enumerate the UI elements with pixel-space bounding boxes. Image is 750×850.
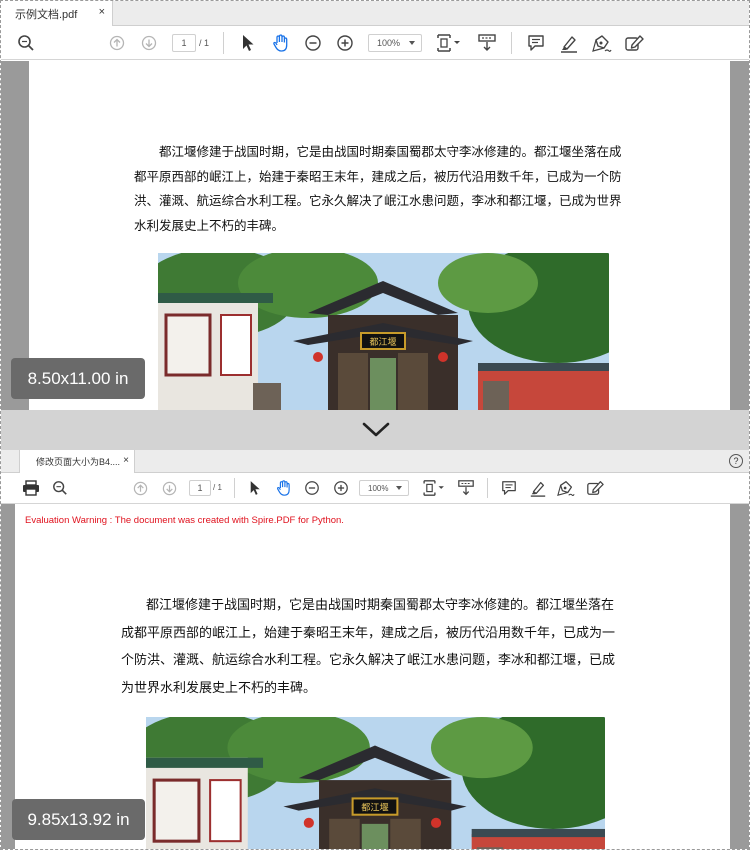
top-toolbar: 1 / 1 100%	[1, 26, 749, 60]
comparison-divider	[1, 410, 749, 450]
zoom-out-icon[interactable]	[303, 479, 321, 497]
bottom-tab-close-button[interactable]: ×	[123, 455, 129, 466]
top-gate-plaque: 都江堰	[369, 337, 396, 348]
page-down-icon[interactable]	[139, 34, 159, 52]
top-document-paragraph: 都江堰修建于战国时期，它是由战国时期秦国蜀郡太守李冰修建的。都江堰坐落在成都平原…	[134, 144, 622, 233]
bottom-page-total: / 1	[213, 483, 222, 492]
bottom-document-tab[interactable]: 修改页面大小为B4.... ×	[19, 450, 135, 473]
toolbar-separator	[511, 32, 512, 54]
page-up-icon[interactable]	[131, 479, 149, 497]
select-arrow-icon[interactable]	[239, 33, 257, 53]
bottom-document-paragraph: 都江堰修建于战国时期，它是由战国时期秦国蜀郡太守李冰修建的。都江堰坐落在成都平原…	[121, 598, 616, 696]
sign-icon[interactable]	[556, 478, 576, 498]
bottom-tab-bar: 修改页面大小为B4.... × ?	[1, 450, 749, 473]
top-zoom-value: 100%	[377, 38, 401, 48]
comment-icon[interactable]	[499, 479, 519, 497]
top-zoom-select[interactable]: 100%	[368, 34, 422, 52]
bottom-viewer-background: Evaluation Warning : The document was cr…	[1, 504, 749, 849]
comparison-screenshot: 示例文档.pdf × 1 / 1 100% 都江堰修建于战国时期，它是由战国时期…	[0, 0, 750, 850]
edit-icon[interactable]	[623, 32, 645, 54]
print-icon[interactable]	[21, 479, 41, 497]
bottom-toolbar: 1 / 1 100%	[1, 473, 749, 504]
chevron-down-icon	[396, 486, 402, 490]
select-arrow-icon[interactable]	[247, 479, 263, 497]
bottom-page-number-input[interactable]: 1	[189, 480, 211, 496]
top-document-tab[interactable]: 示例文档.pdf ×	[1, 1, 113, 26]
zoom-icon[interactable]	[50, 478, 70, 498]
scroll-mode-icon[interactable]	[456, 478, 476, 498]
scroll-mode-icon[interactable]	[476, 32, 498, 54]
comment-icon[interactable]	[525, 33, 547, 53]
toolbar-separator	[223, 32, 224, 54]
evaluation-warning: Evaluation Warning : The document was cr…	[25, 515, 344, 526]
top-tab-close-button[interactable]: ×	[99, 6, 105, 18]
chevron-down-icon	[362, 422, 390, 437]
top-page-number-input[interactable]: 1	[172, 34, 196, 52]
help-button[interactable]: ?	[729, 454, 743, 468]
highlight-icon[interactable]	[528, 478, 548, 498]
sign-icon[interactable]	[591, 32, 613, 54]
top-page-size-badge: 8.50x11.00 in	[11, 358, 145, 399]
edit-icon[interactable]	[585, 478, 605, 498]
top-page-total: / 1	[199, 38, 210, 48]
bottom-zoom-select[interactable]: 100%	[359, 480, 409, 496]
bottom-gate-plaque: 都江堰	[361, 803, 388, 814]
zoom-in-icon[interactable]	[335, 33, 355, 53]
highlight-icon[interactable]	[558, 32, 580, 54]
top-document-image: 都江堰	[158, 253, 609, 410]
zoom-out-icon[interactable]	[303, 33, 323, 53]
page-up-icon[interactable]	[107, 34, 127, 52]
hand-tool-icon[interactable]	[270, 32, 292, 54]
zoom-in-icon[interactable]	[332, 479, 350, 497]
toolbar-separator	[234, 478, 235, 498]
fit-page-icon[interactable]	[435, 32, 463, 54]
bottom-document-image: 都江堰	[146, 717, 605, 849]
top-viewer-background: 都江堰修建于战国时期，它是由战国时期秦国蜀郡太守李冰修建的。都江堰坐落在成都平原…	[1, 61, 749, 410]
fit-page-icon[interactable]	[421, 478, 447, 498]
hand-tool-icon[interactable]	[274, 478, 294, 498]
bottom-page-size-badge: 9.85x13.92 in	[12, 799, 145, 840]
bottom-tab-title: 修改页面大小为B4....	[36, 457, 121, 467]
toolbar-separator	[487, 478, 488, 498]
chevron-down-icon	[409, 41, 415, 45]
top-tab-bar: 示例文档.pdf ×	[1, 1, 749, 26]
zoom-icon[interactable]	[15, 33, 37, 53]
page-down-icon[interactable]	[160, 479, 178, 497]
top-tab-title: 示例文档.pdf	[15, 8, 78, 21]
bottom-zoom-value: 100%	[368, 483, 389, 493]
